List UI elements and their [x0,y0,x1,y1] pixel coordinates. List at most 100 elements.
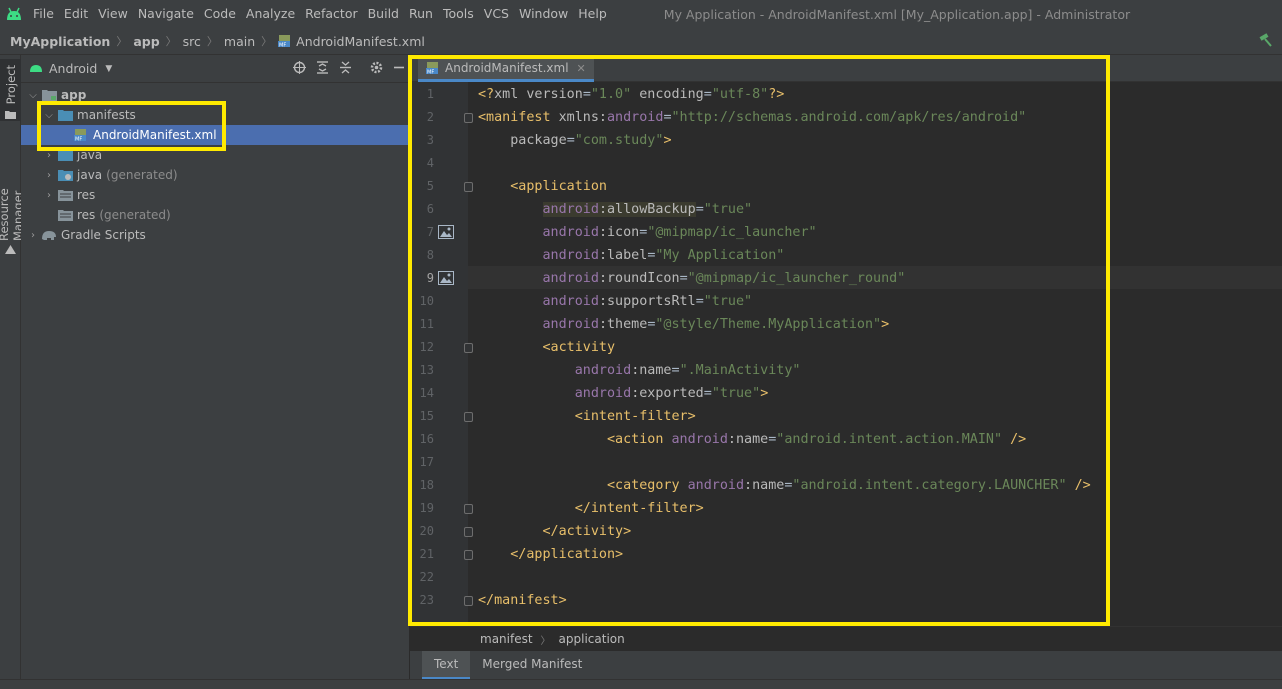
line-number[interactable]: 2 [410,106,434,129]
line-number[interactable]: 12 [410,336,434,359]
line-number[interactable]: 22 [410,566,434,589]
nav-crumb-project[interactable]: MyApplication [10,34,110,49]
nav-crumb-src[interactable]: src [183,34,201,49]
code-line[interactable]: </intent-filter> [478,497,704,520]
line-number[interactable]: 8 [410,244,434,267]
code-crumb-manifest[interactable]: manifest [480,632,533,646]
chevron-right-icon[interactable]: › [43,190,55,201]
code-line[interactable]: android:exported="true"> [478,382,769,405]
tree-item-res-generated[interactable]: res (generated) [21,205,409,225]
tree-item-gradle-scripts[interactable]: › Gradle Scripts [21,225,409,245]
code-line[interactable]: <?xml version="1.0" encoding="utf-8"?> [478,83,784,106]
line-number[interactable]: 5 [410,175,434,198]
code-line[interactable]: android:theme="@style/Theme.MyApplicatio… [478,313,890,336]
code-editor[interactable]: 1 2 3 4 5 6 7 8 9 10 11 12 13 14 15 16 17 18 19 20 21 22 23 <?… [408,55,1282,626]
code-line[interactable]: android:roundIcon="@mipmap/ic_launcher_r… [478,267,906,290]
expand-all-icon[interactable] [316,61,329,77]
line-number[interactable]: 7 [410,221,434,244]
fold-collapse-icon[interactable] [464,182,473,192]
menu-analyze[interactable]: Analyze [241,0,300,28]
menu-file[interactable]: File [28,0,59,28]
line-number[interactable]: 1 [410,83,434,106]
fold-collapse-icon[interactable] [464,113,473,123]
code-line[interactable]: <intent-filter> [478,405,696,428]
tree-item-app[interactable]: ⌵ app [21,85,409,105]
editor-tab-androidmanifest[interactable]: MF AndroidManifest.xml ✕ [418,57,594,82]
menu-window[interactable]: Window [514,0,573,28]
resource-manager-tool-tab[interactable]: Resource Manager [0,139,25,259]
menu-edit[interactable]: Edit [59,0,93,28]
chevron-right-icon[interactable]: › [43,170,55,181]
tree-item-res[interactable]: › res [21,185,409,205]
chevron-down-icon[interactable]: ⌵ [43,110,55,121]
menu-navigate[interactable]: Navigate [133,0,199,28]
chevron-right-icon[interactable]: › [27,230,39,241]
code-line[interactable]: </application> [478,543,623,566]
code-line[interactable]: <activity [478,336,615,359]
code-line[interactable]: android:allowBackup="true" [478,198,752,221]
menu-build[interactable]: Build [363,0,404,28]
image-preview-icon[interactable] [438,225,454,239]
code-line[interactable]: </manifest> [478,589,567,612]
nav-crumb-main[interactable]: main [224,34,255,49]
dropdown-caret-icon[interactable]: ▼ [105,64,112,74]
line-number[interactable]: 9 [410,267,434,290]
code-line[interactable]: <application [478,175,607,198]
nav-crumb-app[interactable]: app [133,34,159,49]
line-number[interactable]: 3 [410,129,434,152]
code-line[interactable]: <manifest xmlns:android="http://schemas.… [478,106,1026,129]
line-number[interactable]: 14 [410,382,434,405]
nav-crumb-file[interactable]: MF AndroidManifest.xml [278,34,425,49]
line-number[interactable]: 20 [410,520,434,543]
menu-run[interactable]: Run [404,0,438,28]
fold-end-icon[interactable] [464,504,473,514]
line-number[interactable]: 4 [410,152,434,175]
close-icon[interactable]: ✕ [577,62,586,75]
line-number[interactable]: 6 [410,198,434,221]
menu-tools[interactable]: Tools [438,0,479,28]
code-line[interactable]: android:icon="@mipmap/ic_launcher" [478,221,817,244]
line-number[interactable]: 18 [410,474,434,497]
code-crumb-application[interactable]: application [559,632,625,646]
fold-end-icon[interactable] [464,596,473,606]
tree-item-java-generated[interactable]: › java (generated) [21,165,409,185]
tab-merged-manifest[interactable]: Merged Manifest [470,651,594,679]
fold-collapse-icon[interactable] [464,343,473,353]
image-preview-icon[interactable] [438,271,454,285]
build-hammer-icon[interactable] [1258,32,1274,51]
code-line[interactable]: android:label="My Application" [478,244,785,267]
code-line[interactable]: <category android:name="android.intent.c… [478,474,1091,497]
project-view-selector[interactable]: Android [49,61,97,76]
line-number[interactable]: 21 [410,543,434,566]
menu-code[interactable]: Code [199,0,241,28]
fold-end-icon[interactable] [464,550,473,560]
code-line[interactable]: </activity> [478,520,631,543]
line-number[interactable]: 11 [410,313,434,336]
gear-icon[interactable] [370,61,383,77]
tree-item-androidmanifest[interactable]: MF AndroidManifest.xml [21,125,409,145]
hide-panel-icon[interactable] [393,61,405,77]
menu-vcs[interactable]: VCS [479,0,514,28]
code-line[interactable]: <action android:name="android.intent.act… [478,428,1026,451]
line-number[interactable]: 10 [410,290,434,313]
tree-item-manifests[interactable]: ⌵ manifests [21,105,409,125]
menu-view[interactable]: View [93,0,133,28]
locate-target-icon[interactable] [293,61,306,77]
code-line[interactable]: package="com.study"> [478,129,671,152]
chevron-right-icon[interactable]: › [43,150,55,161]
line-number[interactable]: 19 [410,497,434,520]
line-number[interactable]: 15 [410,405,434,428]
fold-end-icon[interactable] [464,527,473,537]
tree-item-java[interactable]: › java [21,145,409,165]
line-number[interactable]: 17 [410,451,434,474]
chevron-down-icon[interactable]: ⌵ [27,90,39,101]
line-number[interactable]: 23 [410,589,434,612]
code-line[interactable]: android:name=".MainActivity" [478,359,801,382]
fold-collapse-icon[interactable] [464,412,473,422]
collapse-all-icon[interactable] [339,61,352,77]
menu-refactor[interactable]: Refactor [300,0,362,28]
code-line[interactable]: android:supportsRtl="true" [478,290,753,313]
project-tool-tab[interactable]: Project [0,59,21,121]
menu-help[interactable]: Help [573,0,612,28]
tab-text[interactable]: Text [422,651,471,679]
